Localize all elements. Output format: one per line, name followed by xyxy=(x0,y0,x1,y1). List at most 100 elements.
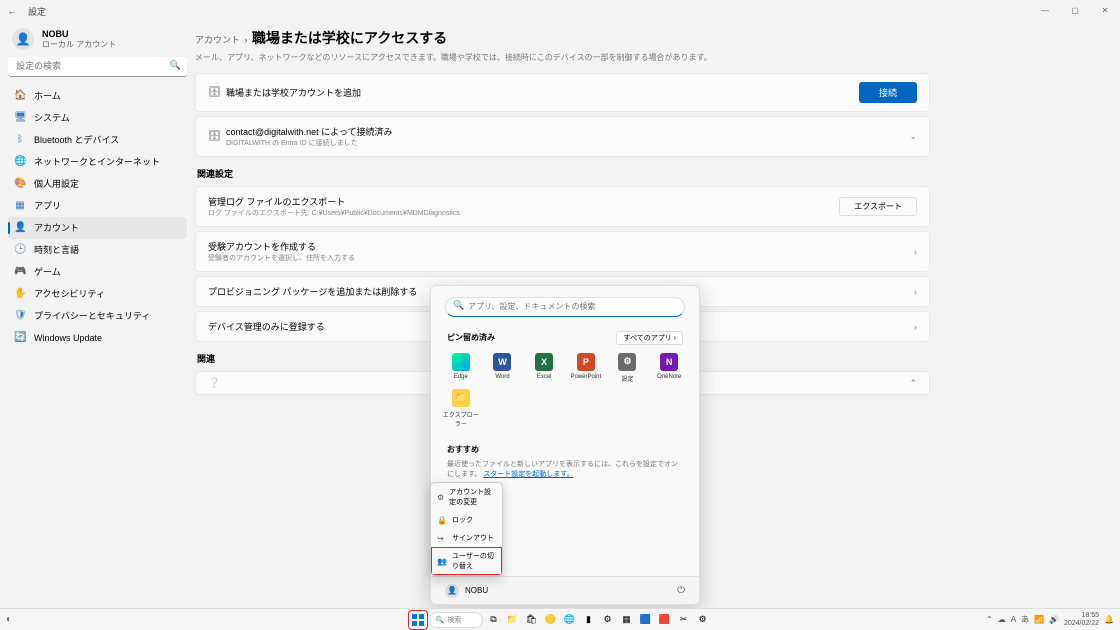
nav-icon: 👤 xyxy=(14,222,26,233)
minimize-button[interactable]: — xyxy=(1030,0,1060,22)
search-icon: 🔍 xyxy=(453,300,464,311)
explorer-icon[interactable]: 📁 xyxy=(505,612,521,628)
widgets-button[interactable]: ◐ xyxy=(6,614,12,625)
nav-label: 個人用設定 xyxy=(34,177,79,190)
nav-icon: 🎮 xyxy=(14,266,26,277)
nav-icon: 🌐 xyxy=(14,156,26,167)
menu-label: アカウント設定の変更 xyxy=(449,487,496,507)
user-menu-item[interactable]: 👥ユーザーの切り替え xyxy=(431,547,502,575)
taskbar-search[interactable]: 🔍 検索 xyxy=(429,612,483,628)
user-menu-item[interactable]: 🔒ロック xyxy=(431,511,502,529)
recommended-heading: おすすめ xyxy=(447,444,683,455)
sidebar-item[interactable]: 🖥システム xyxy=(8,107,187,129)
briefcase-icon: 🗄 xyxy=(208,87,226,98)
sidebar-item[interactable]: 🎮 ゲーム xyxy=(8,261,187,283)
menu-icon: ⚙ xyxy=(437,493,444,502)
chrome-icon[interactable]: 🟡 xyxy=(543,612,559,628)
clock[interactable]: 18:55 2024/02/22 xyxy=(1064,612,1099,628)
search-input[interactable] xyxy=(8,57,187,77)
tile-label: エクスプローラー xyxy=(441,410,481,428)
start-search-input[interactable] xyxy=(445,297,685,317)
nav-icon: ✋ xyxy=(14,288,26,299)
settings-card[interactable]: 受験アカウントを作成する受験者のアカウントを選択し、住所を入力する› xyxy=(195,231,930,272)
notifications-icon[interactable]: 🔔 xyxy=(1104,615,1114,624)
window-title: 設定 xyxy=(28,5,46,18)
volume-icon[interactable]: 🔊 xyxy=(1049,615,1059,624)
terminal-icon[interactable]: ▮ xyxy=(581,612,597,628)
start-tile[interactable]: PPowerPoint xyxy=(566,351,606,385)
sidebar-item[interactable]: 🏠ホーム xyxy=(8,85,187,107)
nav-label: ゲーム xyxy=(34,265,61,278)
app-icon[interactable]: 🟦 xyxy=(638,612,654,628)
connected-account-card[interactable]: 🗄 contact@digitalwith.net によって接続済み DIGIT… xyxy=(195,116,930,157)
app-icon[interactable]: ⚙ xyxy=(695,612,711,628)
back-button[interactable]: ← xyxy=(4,6,20,16)
app-icon[interactable]: 🟥 xyxy=(657,612,673,628)
nav-icon: ▦ xyxy=(14,200,26,211)
card-title: 受験アカウントを作成する xyxy=(208,240,914,253)
start-button[interactable] xyxy=(410,612,426,628)
settings-card[interactable]: 管理ログ ファイルのエクスポートログ ファイルのエクスポート先: C:¥User… xyxy=(195,186,930,227)
sidebar-item[interactable]: 🕒 時刻と言語 xyxy=(8,239,187,261)
settings-icon[interactable]: ⚙ xyxy=(600,612,616,628)
app-icon xyxy=(452,353,470,371)
nav-label: アプリ xyxy=(34,199,61,212)
menu-label: サインアウト xyxy=(452,533,494,543)
onedrive-icon[interactable]: ☁ xyxy=(998,615,1006,624)
start-tile[interactable]: 📁エクスプローラー xyxy=(441,387,481,430)
power-button[interactable]: ⏻ xyxy=(677,585,685,596)
settings-search[interactable]: 🔍 xyxy=(8,56,187,77)
nav-icon: 🔄 xyxy=(14,332,26,343)
account-block[interactable]: 👤 NOBU ローカル アカウント xyxy=(12,28,187,50)
edge-icon[interactable]: 🌐 xyxy=(562,612,578,628)
connect-button[interactable]: 接続 xyxy=(859,82,917,103)
tile-label: PowerPoint xyxy=(570,374,601,380)
tile-label: 設定 xyxy=(621,374,633,383)
sidebar-item[interactable]: 🎨 個人用設定 xyxy=(8,173,187,195)
nav-label: 時刻と言語 xyxy=(34,243,79,256)
ime-mode-icon[interactable]: あ xyxy=(1021,614,1029,625)
sidebar-item[interactable]: ✋アクセシビリティ xyxy=(8,283,187,305)
close-button[interactable]: ✕ xyxy=(1090,0,1120,22)
start-tile[interactable]: XExcel xyxy=(524,351,564,385)
start-settings-link[interactable]: スタート設定を起動します。 xyxy=(483,471,573,478)
all-apps-button[interactable]: すべてのアプリ › xyxy=(616,331,683,345)
menu-icon: 🔒 xyxy=(437,516,447,525)
sidebar-item[interactable]: 🔄Windows Update xyxy=(8,327,187,349)
task-view-button[interactable]: ⧉ xyxy=(486,612,502,628)
sidebar-item[interactable]: ᛒBluetooth とデバイス xyxy=(8,129,187,151)
nav-icon: 🛡 xyxy=(14,310,26,321)
user-menu-item[interactable]: ⚙ アカウント設定の変更 xyxy=(431,483,502,511)
store-icon[interactable]: 🛍 xyxy=(524,612,540,628)
start-tile[interactable]: Edge xyxy=(441,351,481,385)
sidebar-item[interactable]: 👤アカウント xyxy=(8,217,187,239)
nav-label: ネットワークとインターネット xyxy=(34,155,160,168)
start-search[interactable]: 🔍 xyxy=(445,296,685,317)
export-button[interactable]: エクスポート xyxy=(839,197,917,216)
sidebar-item[interactable]: 🛡プライバシーとセキュリティ xyxy=(8,305,187,327)
page-title: 職場または学校にアクセスする xyxy=(252,30,447,46)
maximize-button[interactable]: ▢ xyxy=(1060,0,1090,22)
snip-icon[interactable]: ✂ xyxy=(676,612,692,628)
app-icon[interactable]: ▦ xyxy=(619,612,635,628)
chevron-right-icon: › xyxy=(914,287,917,297)
nav-icon: 🎨 xyxy=(14,178,26,189)
app-icon: ⚙ xyxy=(618,353,636,371)
related-heading: 関連設定 xyxy=(197,167,930,180)
sidebar-item[interactable]: ▦ アプリ xyxy=(8,195,187,217)
wifi-icon[interactable]: 📶 xyxy=(1034,615,1044,624)
avatar-icon: 👤 xyxy=(12,28,34,50)
start-user-button[interactable]: 👤 NOBU xyxy=(445,584,488,598)
sidebar-item[interactable]: 🌐 ネットワークとインターネット xyxy=(8,151,187,173)
user-menu-item[interactable]: ↪サインアウト xyxy=(431,529,502,547)
connected-sub: DIGITALWITH の Entra ID に接続しました xyxy=(226,138,909,148)
tray-chevron-icon[interactable]: ⌃ xyxy=(986,615,993,624)
start-tile[interactable]: NOneNote xyxy=(649,351,689,385)
start-tile[interactable]: ⚙ 設定 xyxy=(608,351,648,385)
nav-icon: 🕒 xyxy=(14,244,26,255)
nav-label: ホーム xyxy=(34,89,61,102)
add-account-card: 🗄 職場または学校アカウントを追加 接続 xyxy=(195,73,930,112)
breadcrumb-parent[interactable]: アカウント xyxy=(195,35,240,45)
start-tile[interactable]: WWord xyxy=(483,351,523,385)
ime-icon[interactable]: A xyxy=(1011,615,1016,624)
